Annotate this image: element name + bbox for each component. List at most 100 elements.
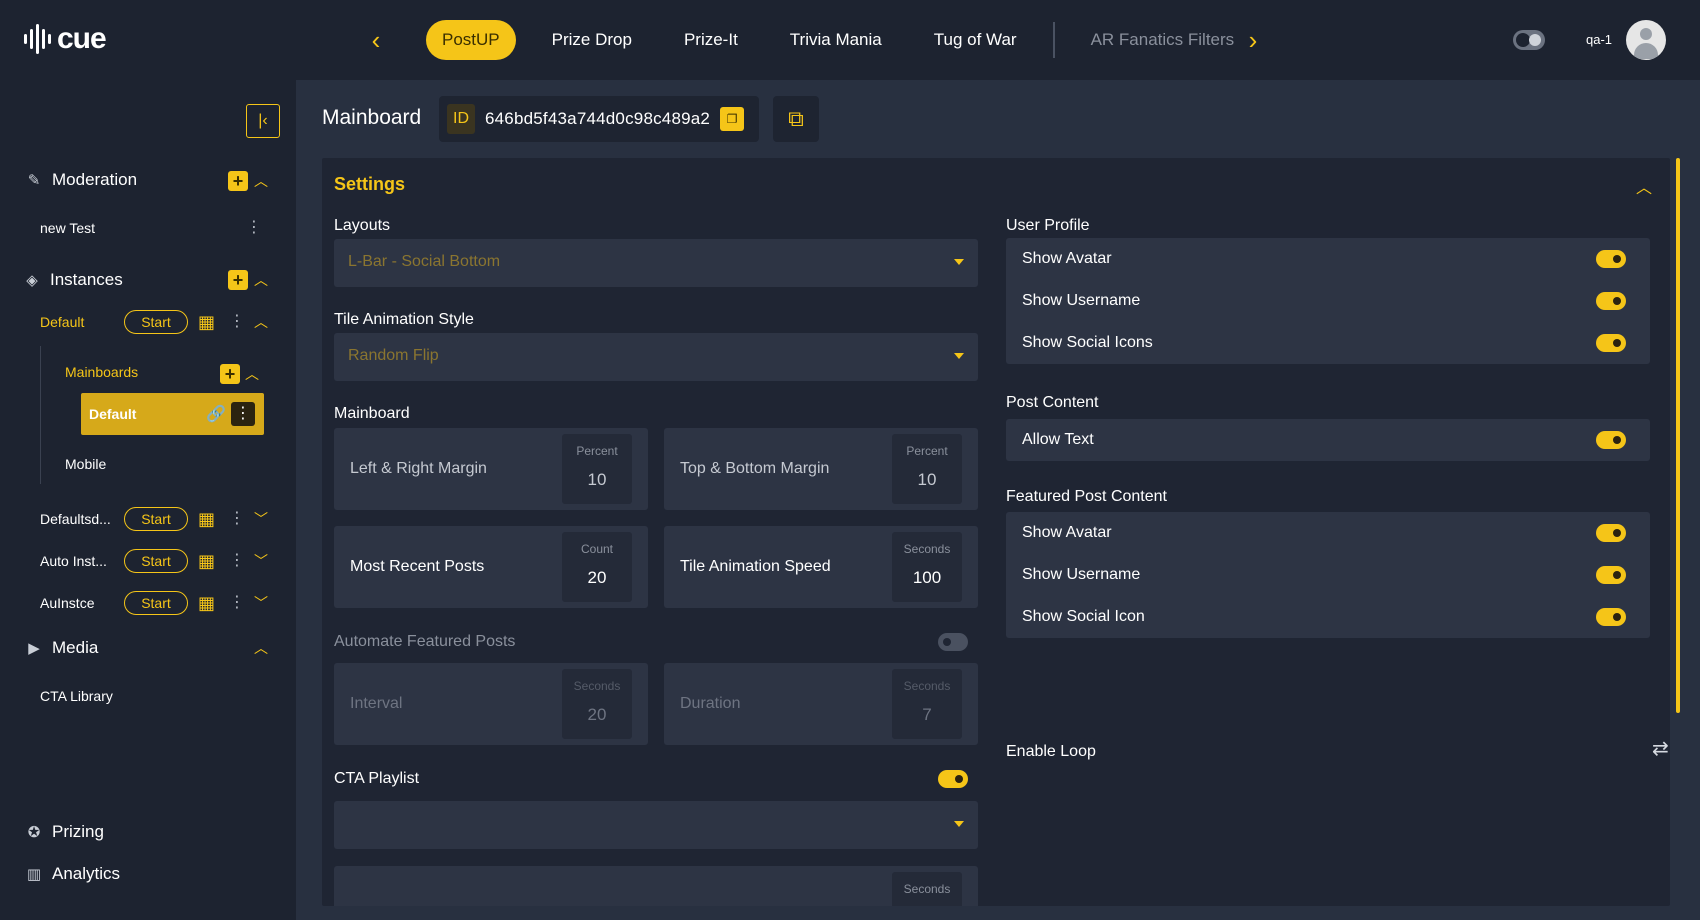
automate-featured-posts-toggle[interactable] <box>938 633 968 651</box>
more-options-icon[interactable]: ⋮ <box>231 402 255 426</box>
layouts-select[interactable]: L-Bar - Social Bottom <box>334 239 978 287</box>
tile-animation-style-select[interactable]: Random Flip <box>334 333 978 381</box>
qr-code-icon[interactable]: ▦ <box>198 311 220 333</box>
user-profile-label: User Profile <box>1006 217 1090 234</box>
sidebar-section-analytics[interactable]: ▥ Analytics <box>24 864 120 884</box>
sidebar-item-mainboards[interactable]: Mainboards <box>65 364 138 380</box>
sidebar-section-instances[interactable]: ◈ Instances <box>22 270 123 290</box>
left-right-margin-input[interactable]: Percent 10 <box>562 434 632 504</box>
top-bottom-margin-input[interactable]: Percent 10 <box>892 434 962 504</box>
featured-show-avatar-toggle[interactable] <box>1596 524 1626 542</box>
more-options-icon[interactable]: ⋮ <box>229 593 245 613</box>
automate-featured-posts-label: Automate Featured Posts <box>334 633 516 650</box>
scrollbar[interactable] <box>1676 158 1680 713</box>
avatar[interactable] <box>1626 20 1666 60</box>
sidebar-section-moderation[interactable]: ✎ Moderation <box>24 170 137 190</box>
start-button[interactable]: Start <box>124 310 188 334</box>
tab-postup[interactable]: PostUP <box>426 20 516 60</box>
most-recent-posts-input[interactable]: Count 20 <box>562 532 632 602</box>
featured-show-social-icon-toggle[interactable] <box>1596 608 1626 626</box>
copy-icon[interactable]: ❐ <box>720 107 745 131</box>
duration-input[interactable]: Seconds 7 <box>892 669 962 739</box>
sidebar-item-instance[interactable]: Defaultsd... <box>40 511 111 527</box>
cue-logo[interactable]: cue <box>24 22 107 56</box>
id-tag: ID <box>447 104 475 134</box>
mainboard-default-label: Default <box>89 406 137 422</box>
moderation-icon: ✎ <box>27 172 41 189</box>
theme-toggle[interactable] <box>1513 30 1545 50</box>
chevron-down-icon[interactable]: ﹀ <box>252 552 270 570</box>
tab-prize-drop[interactable]: Prize Drop <box>526 20 658 60</box>
chevron-up-icon[interactable]: ︿ <box>252 313 270 331</box>
left-right-margin-label: Left & Right Margin <box>350 460 487 477</box>
user-profile-group: Show Avatar Show Username Show Social Ic… <box>1006 238 1650 364</box>
add-mainboard-button[interactable]: + <box>220 364 240 384</box>
duration-value: 7 <box>922 705 932 724</box>
interval-input[interactable]: Seconds 20 <box>562 669 632 739</box>
unit-label: Count <box>580 542 614 556</box>
add-moderation-button[interactable]: + <box>228 171 248 191</box>
sidebar-item-mobile[interactable]: Mobile <box>65 456 106 472</box>
chevron-up-icon[interactable]: ︿ <box>1636 174 1652 198</box>
qr-code-icon[interactable]: ▦ <box>198 592 220 614</box>
cta-interval-input[interactable]: Seconds <box>892 872 962 906</box>
show-username-toggle[interactable] <box>1596 292 1626 310</box>
toggle-row: Allow Text <box>1006 419 1650 461</box>
start-button[interactable]: Start <box>124 549 188 573</box>
chevron-up-icon[interactable]: ︿ <box>252 639 270 657</box>
tab-trivia-mania[interactable]: Trivia Mania <box>764 20 908 60</box>
chevron-left-icon[interactable]: ‹ <box>364 26 388 54</box>
qr-code-icon[interactable]: ▦ <box>198 550 220 572</box>
tab-ar-fanatics-filters[interactable]: AR Fanatics Filters <box>1065 20 1261 60</box>
start-button[interactable]: Start <box>124 591 188 615</box>
featured-show-username-toggle[interactable] <box>1596 566 1626 584</box>
chevron-right-icon[interactable]: › <box>1241 26 1265 54</box>
start-button[interactable]: Start <box>124 507 188 531</box>
tab-prize-it[interactable]: Prize-It <box>658 20 764 60</box>
most-recent-posts-label: Most Recent Posts <box>350 558 485 575</box>
link-icon[interactable]: 🔗 <box>206 404 226 424</box>
more-options-icon[interactable]: ⋮ <box>229 312 245 332</box>
unit-label: Seconds <box>573 679 621 693</box>
main-content: Mainboard ID 646bd5f43a744d0c98c489a2 ❐ … <box>296 80 1700 920</box>
interval-card: Interval Seconds 20 <box>334 663 648 745</box>
top-bottom-margin-value: 10 <box>917 470 937 489</box>
featured-post-content-label: Featured Post Content <box>1006 488 1167 505</box>
tab-tug-of-war[interactable]: Tug of War <box>908 20 1043 60</box>
chevron-down-icon[interactable]: ﹀ <box>252 510 270 528</box>
sidebar-section-prizing[interactable]: ✪ Prizing <box>24 822 104 842</box>
qr-code-icon[interactable]: ▦ <box>198 508 220 530</box>
show-avatar-toggle[interactable] <box>1596 250 1626 268</box>
sidebar-item-new-test[interactable]: new Test <box>40 220 95 236</box>
layouts-label: Layouts <box>334 217 391 234</box>
chevron-up-icon[interactable]: ︿ <box>252 172 270 190</box>
settings-title: Settings <box>334 174 406 194</box>
sidebar-item-default-instance[interactable]: Default <box>40 314 84 330</box>
show-social-icons-toggle[interactable] <box>1596 334 1626 352</box>
toggle-row: Show Avatar <box>1006 238 1650 280</box>
chevron-up-icon[interactable]: ︿ <box>252 271 270 289</box>
cta-playlist-toggle[interactable] <box>938 770 968 788</box>
sidebar-item-instance[interactable]: Auto Inst... <box>40 553 107 569</box>
loop-icon[interactable]: ⇄ <box>1652 736 1669 761</box>
more-options-icon[interactable]: ⋮ <box>229 551 245 571</box>
open-external-icon[interactable]: ⧉ <box>773 96 819 142</box>
cta-playlist-select[interactable] <box>334 801 978 849</box>
toggle-row: Show Social Icon <box>1006 596 1650 638</box>
sidebar-item-cta-library[interactable]: CTA Library <box>40 688 113 704</box>
more-options-icon[interactable]: ⋮ <box>229 509 245 529</box>
allow-text-toggle[interactable] <box>1596 431 1626 449</box>
more-options-icon[interactable]: ⋮ <box>246 218 262 238</box>
tile-animation-speed-card: Tile Animation Speed Seconds 100 <box>664 526 978 608</box>
award-icon: ✪ <box>27 824 41 841</box>
add-instance-button[interactable]: + <box>228 270 248 290</box>
sidebar-section-media[interactable]: ▶ Media <box>24 638 98 658</box>
chevron-up-icon[interactable]: ︿ <box>243 365 261 383</box>
chevron-down-icon[interactable]: ﹀ <box>252 594 270 612</box>
tile-animation-speed-input[interactable]: Seconds 100 <box>892 532 962 602</box>
sidebar-item-mainboard-default[interactable]: Default 🔗 ⋮ <box>81 393 264 435</box>
layouts-value: L-Bar - Social Bottom <box>348 253 501 270</box>
collapse-sidebar-button[interactable]: |‹ <box>246 104 280 138</box>
unit-label: Percent <box>906 444 948 458</box>
sidebar-item-instance[interactable]: AuInstce <box>40 595 94 611</box>
